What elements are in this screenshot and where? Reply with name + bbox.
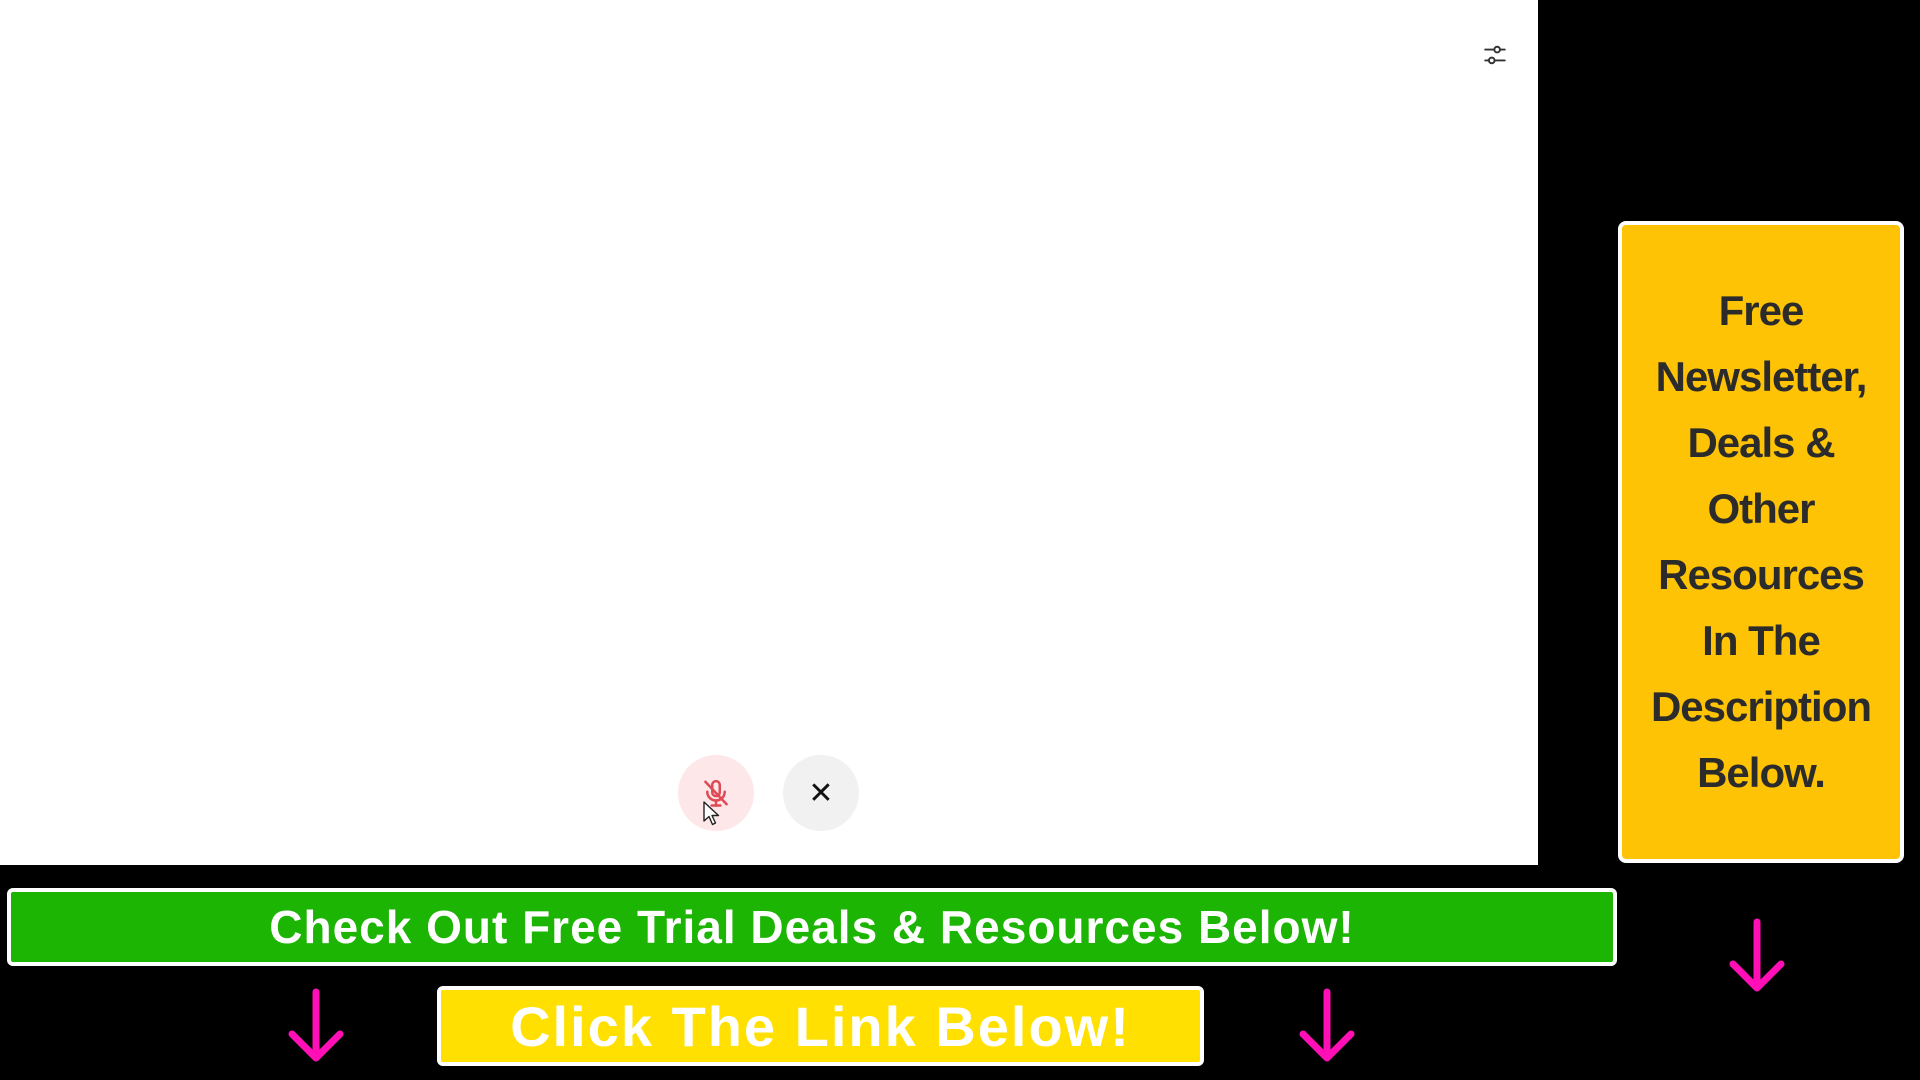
close-icon: ✕: [808, 775, 834, 811]
newsletter-promo-panel: Free Newsletter, Deals & Other Resources…: [1618, 221, 1904, 863]
arrow-down-icon: [1729, 918, 1785, 992]
promo-line: Newsletter,: [1655, 353, 1868, 400]
promo-line: Deals &: [1687, 419, 1835, 466]
settings-button[interactable]: [1478, 38, 1512, 72]
promo-line: Other: [1707, 485, 1815, 532]
mouse-cursor-icon: [703, 801, 720, 826]
sliders-icon: [1484, 45, 1506, 65]
banner-text: Check Out Free Trial Deals & Resources B…: [269, 901, 1355, 953]
arrow-down-icon: [1299, 988, 1355, 1062]
close-button[interactable]: ✕: [783, 755, 859, 831]
arrow-down-icon: [288, 988, 344, 1062]
free-trial-banner: Check Out Free Trial Deals & Resources B…: [7, 888, 1617, 966]
promo-text: Free Newsletter, Deals & Other Resources…: [1626, 278, 1896, 806]
promo-line: Below.: [1697, 749, 1826, 796]
voice-chat-panel: ✕: [0, 0, 1538, 865]
promo-line: Resources: [1658, 551, 1865, 598]
click-link-banner: Click The Link Below!: [437, 986, 1204, 1066]
promo-line: Free: [1718, 287, 1805, 334]
promo-line: Description: [1650, 683, 1872, 730]
banner-text: Click The Link Below!: [510, 994, 1131, 1058]
promo-line: In The: [1702, 617, 1821, 664]
